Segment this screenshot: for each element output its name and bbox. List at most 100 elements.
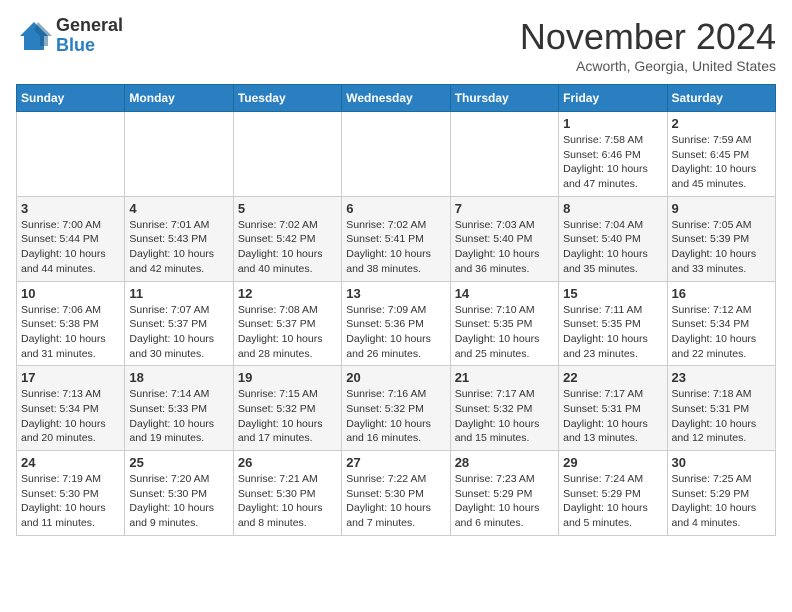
day-info: Sunrise: 7:09 AM Sunset: 5:36 PM Dayligh… [346, 303, 445, 362]
day-number: 18 [129, 370, 228, 385]
day-info: Sunrise: 7:06 AM Sunset: 5:38 PM Dayligh… [21, 303, 120, 362]
day-number: 23 [672, 370, 771, 385]
day-info: Sunrise: 7:12 AM Sunset: 5:34 PM Dayligh… [672, 303, 771, 362]
day-number: 5 [238, 201, 337, 216]
day-info: Sunrise: 7:21 AM Sunset: 5:30 PM Dayligh… [238, 472, 337, 531]
day-info: Sunrise: 7:01 AM Sunset: 5:43 PM Dayligh… [129, 218, 228, 277]
weekday-header: Monday [125, 85, 233, 112]
day-info: Sunrise: 7:16 AM Sunset: 5:32 PM Dayligh… [346, 387, 445, 446]
calendar-cell: 21 Sunrise: 7:17 AM Sunset: 5:32 PM Dayli… [450, 366, 558, 451]
day-info: Sunrise: 7:25 AM Sunset: 5:29 PM Dayligh… [672, 472, 771, 531]
logo: General Blue [16, 16, 123, 56]
calendar-cell: 29 Sunrise: 7:24 AM Sunset: 5:29 PM Dayli… [559, 451, 667, 536]
calendar-cell [342, 112, 450, 197]
day-number: 17 [21, 370, 120, 385]
page-header: General Blue November 2024 Acworth, Geor… [16, 16, 776, 74]
title-area: November 2024 Acworth, Georgia, United S… [520, 16, 776, 74]
day-info: Sunrise: 7:02 AM Sunset: 5:41 PM Dayligh… [346, 218, 445, 277]
day-info: Sunrise: 7:17 AM Sunset: 5:31 PM Dayligh… [563, 387, 662, 446]
day-number: 21 [455, 370, 554, 385]
calendar-week-row: 1 Sunrise: 7:58 AM Sunset: 6:46 PM Daylig… [17, 112, 776, 197]
day-number: 20 [346, 370, 445, 385]
day-info: Sunrise: 7:02 AM Sunset: 5:42 PM Dayligh… [238, 218, 337, 277]
weekday-header: Thursday [450, 85, 558, 112]
calendar-week-row: 24 Sunrise: 7:19 AM Sunset: 5:30 PM Dayli… [17, 451, 776, 536]
calendar-cell: 23 Sunrise: 7:18 AM Sunset: 5:31 PM Dayli… [667, 366, 775, 451]
day-number: 7 [455, 201, 554, 216]
calendar-cell: 22 Sunrise: 7:17 AM Sunset: 5:31 PM Dayli… [559, 366, 667, 451]
day-number: 19 [238, 370, 337, 385]
calendar-cell: 17 Sunrise: 7:13 AM Sunset: 5:34 PM Dayli… [17, 366, 125, 451]
day-info: Sunrise: 7:07 AM Sunset: 5:37 PM Dayligh… [129, 303, 228, 362]
logo-icon [16, 18, 52, 54]
day-info: Sunrise: 7:24 AM Sunset: 5:29 PM Dayligh… [563, 472, 662, 531]
day-info: Sunrise: 7:59 AM Sunset: 6:45 PM Dayligh… [672, 133, 771, 192]
day-number: 28 [455, 455, 554, 470]
calendar-cell: 20 Sunrise: 7:16 AM Sunset: 5:32 PM Dayli… [342, 366, 450, 451]
day-number: 30 [672, 455, 771, 470]
day-info: Sunrise: 7:23 AM Sunset: 5:29 PM Dayligh… [455, 472, 554, 531]
location: Acworth, Georgia, United States [520, 58, 776, 74]
day-number: 24 [21, 455, 120, 470]
day-number: 9 [672, 201, 771, 216]
day-info: Sunrise: 7:10 AM Sunset: 5:35 PM Dayligh… [455, 303, 554, 362]
day-number: 10 [21, 286, 120, 301]
calendar-cell: 11 Sunrise: 7:07 AM Sunset: 5:37 PM Dayli… [125, 281, 233, 366]
day-info: Sunrise: 7:20 AM Sunset: 5:30 PM Dayligh… [129, 472, 228, 531]
calendar-header-row: SundayMondayTuesdayWednesdayThursdayFrid… [17, 85, 776, 112]
calendar-cell: 25Sunrise: 7:20 AM Sunset: 5:30 PM Dayli… [125, 451, 233, 536]
calendar-cell: 8 Sunrise: 7:04 AM Sunset: 5:40 PM Daylig… [559, 196, 667, 281]
day-info: Sunrise: 7:17 AM Sunset: 5:32 PM Dayligh… [455, 387, 554, 446]
calendar-cell: 19Sunrise: 7:15 AM Sunset: 5:32 PM Dayli… [233, 366, 341, 451]
calendar-week-row: 10 Sunrise: 7:06 AM Sunset: 5:38 PM Dayli… [17, 281, 776, 366]
logo-text: General Blue [56, 16, 123, 56]
day-number: 14 [455, 286, 554, 301]
day-number: 26 [238, 455, 337, 470]
calendar-cell: 5 Sunrise: 7:02 AM Sunset: 5:42 PM Daylig… [233, 196, 341, 281]
calendar-cell: 28 Sunrise: 7:23 AM Sunset: 5:29 PM Dayli… [450, 451, 558, 536]
calendar-week-row: 3Sunrise: 7:00 AM Sunset: 5:44 PM Daylig… [17, 196, 776, 281]
calendar-table: SundayMondayTuesdayWednesdayThursdayFrid… [16, 84, 776, 536]
day-number: 11 [129, 286, 228, 301]
calendar-cell [233, 112, 341, 197]
day-number: 16 [672, 286, 771, 301]
day-number: 3 [21, 201, 120, 216]
day-number: 22 [563, 370, 662, 385]
day-info: Sunrise: 7:03 AM Sunset: 5:40 PM Dayligh… [455, 218, 554, 277]
calendar-cell: 15Sunrise: 7:11 AM Sunset: 5:35 PM Dayli… [559, 281, 667, 366]
day-info: Sunrise: 7:58 AM Sunset: 6:46 PM Dayligh… [563, 133, 662, 192]
calendar-cell: 6Sunrise: 7:02 AM Sunset: 5:41 PM Daylig… [342, 196, 450, 281]
weekday-header: Wednesday [342, 85, 450, 112]
day-number: 29 [563, 455, 662, 470]
day-info: Sunrise: 7:05 AM Sunset: 5:39 PM Dayligh… [672, 218, 771, 277]
calendar-cell: 18Sunrise: 7:14 AM Sunset: 5:33 PM Dayli… [125, 366, 233, 451]
calendar-cell: 12 Sunrise: 7:08 AM Sunset: 5:37 PM Dayli… [233, 281, 341, 366]
logo-general: General [56, 16, 123, 36]
calendar-cell: 14 Sunrise: 7:10 AM Sunset: 5:35 PM Dayli… [450, 281, 558, 366]
weekday-header: Tuesday [233, 85, 341, 112]
day-number: 15 [563, 286, 662, 301]
calendar-cell [125, 112, 233, 197]
day-number: 12 [238, 286, 337, 301]
calendar-cell [450, 112, 558, 197]
calendar-cell: 27Sunrise: 7:22 AM Sunset: 5:30 PM Dayli… [342, 451, 450, 536]
month-title: November 2024 [520, 16, 776, 58]
calendar-cell: 26 Sunrise: 7:21 AM Sunset: 5:30 PM Dayli… [233, 451, 341, 536]
calendar-cell: 4Sunrise: 7:01 AM Sunset: 5:43 PM Daylig… [125, 196, 233, 281]
calendar-cell: 24 Sunrise: 7:19 AM Sunset: 5:30 PM Dayli… [17, 451, 125, 536]
day-number: 1 [563, 116, 662, 131]
calendar-cell: 13Sunrise: 7:09 AM Sunset: 5:36 PM Dayli… [342, 281, 450, 366]
calendar-cell: 16 Sunrise: 7:12 AM Sunset: 5:34 PM Dayli… [667, 281, 775, 366]
calendar-cell: 9 Sunrise: 7:05 AM Sunset: 5:39 PM Daylig… [667, 196, 775, 281]
day-info: Sunrise: 7:18 AM Sunset: 5:31 PM Dayligh… [672, 387, 771, 446]
day-info: Sunrise: 7:04 AM Sunset: 5:40 PM Dayligh… [563, 218, 662, 277]
day-info: Sunrise: 7:13 AM Sunset: 5:34 PM Dayligh… [21, 387, 120, 446]
weekday-header: Sunday [17, 85, 125, 112]
calendar-cell: 30 Sunrise: 7:25 AM Sunset: 5:29 PM Dayli… [667, 451, 775, 536]
calendar-cell: 2Sunrise: 7:59 AM Sunset: 6:45 PM Daylig… [667, 112, 775, 197]
day-number: 27 [346, 455, 445, 470]
day-info: Sunrise: 7:08 AM Sunset: 5:37 PM Dayligh… [238, 303, 337, 362]
day-info: Sunrise: 7:19 AM Sunset: 5:30 PM Dayligh… [21, 472, 120, 531]
day-number: 8 [563, 201, 662, 216]
calendar-cell: 10 Sunrise: 7:06 AM Sunset: 5:38 PM Dayli… [17, 281, 125, 366]
